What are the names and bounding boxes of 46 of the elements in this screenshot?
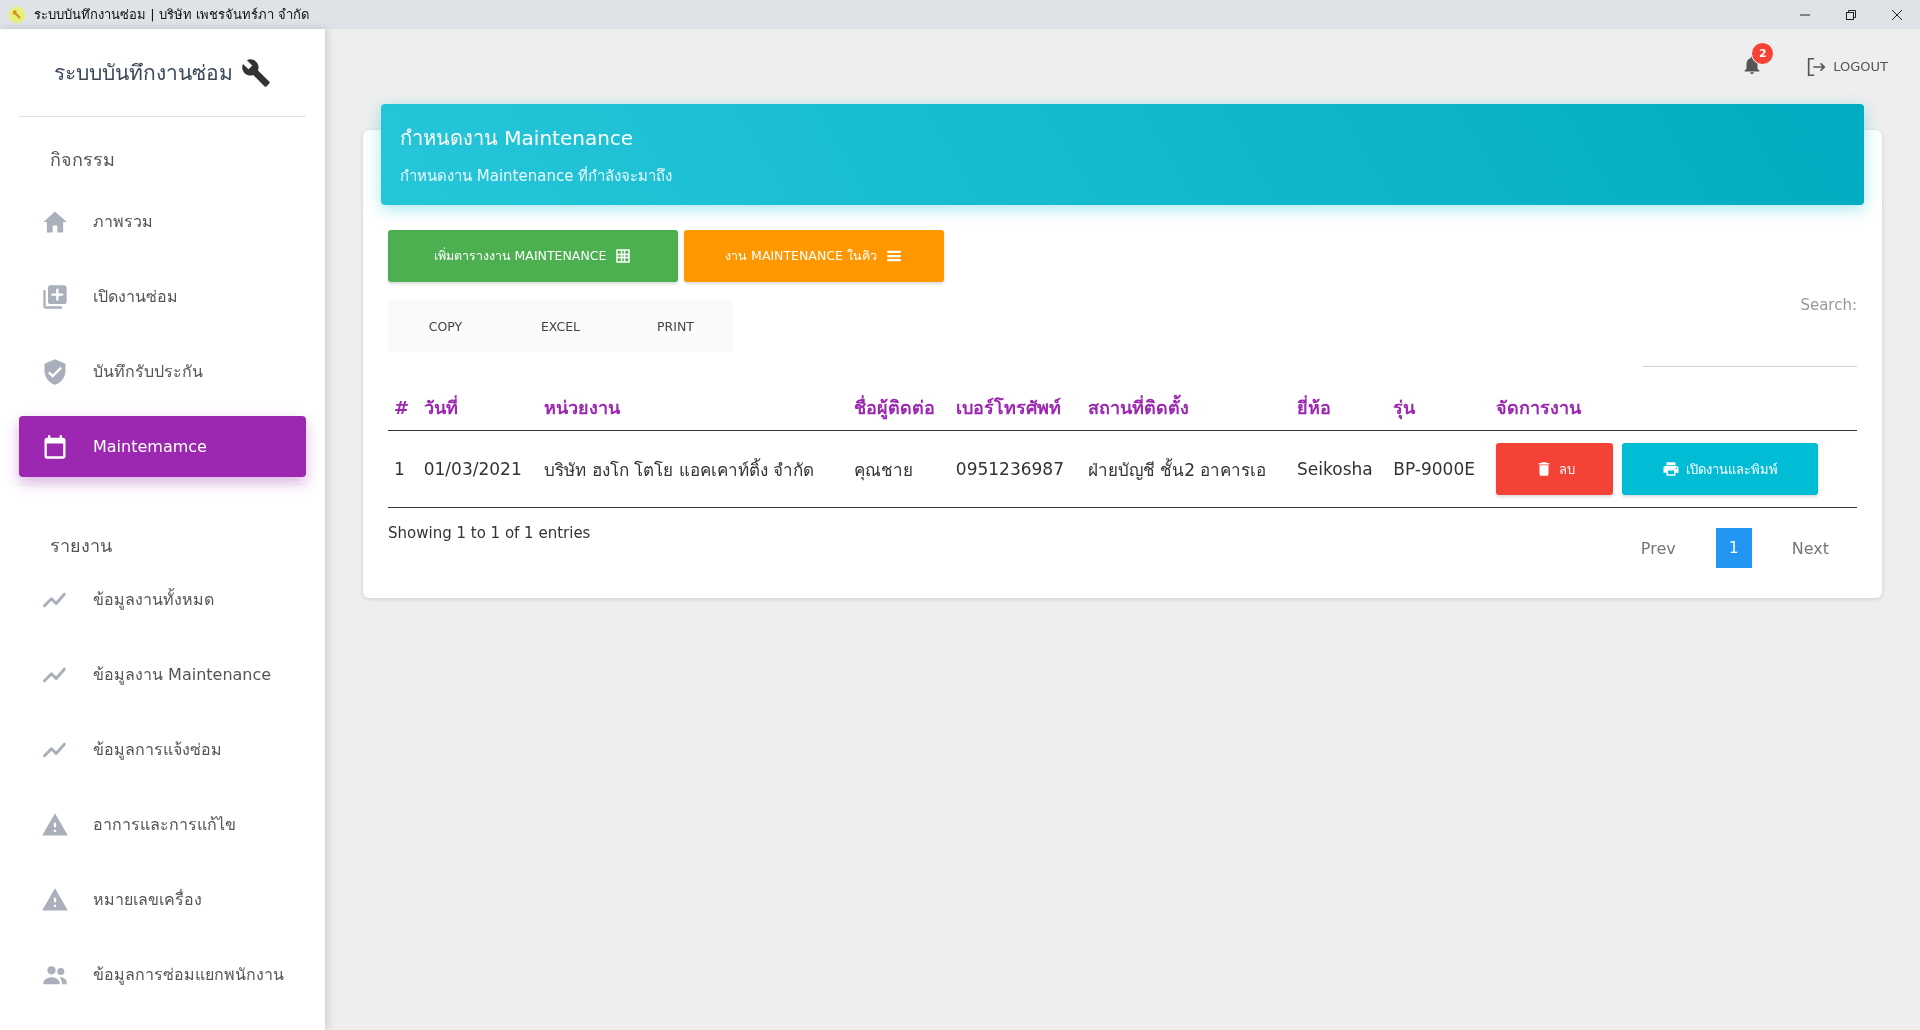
table-cell: Seikosha bbox=[1291, 430, 1388, 508]
sidebar-item[interactable]: ข้อมูลการซ่อมแยกพนักงาน bbox=[19, 944, 306, 1005]
section-heading: กิจกรรม bbox=[49, 148, 116, 172]
window-title: ระบบบันทึกงานซ่อม | บริษัท เพชรจันทร์ภา จำกัด bbox=[34, 6, 310, 24]
column-header: จัดการงาน bbox=[1490, 387, 1857, 431]
delete-button[interactable]: ลบ bbox=[1496, 443, 1614, 495]
table-cell: คุณชาย bbox=[847, 430, 950, 508]
column-header: # bbox=[388, 387, 418, 431]
column-header: สถานที่ติดตั้ง bbox=[1081, 387, 1292, 431]
sidebar-item[interactable]: ภาพรวม bbox=[19, 191, 306, 252]
sidebar-item[interactable]: หมายเลขเครื่อง bbox=[19, 869, 306, 930]
table-cell: ฝ่ายบัญชี ชั้น2 อาคารเอ bbox=[1081, 430, 1292, 508]
prev-button[interactable]: Prev bbox=[1620, 530, 1696, 566]
search-label: Search: bbox=[1800, 296, 1857, 314]
table-cell: 01/03/2021 bbox=[417, 430, 539, 508]
sidebar-item[interactable]: เปิดงานซ่อม bbox=[19, 266, 306, 327]
notification-badge: 2 bbox=[1751, 41, 1775, 65]
card-title: กำหนดงาน Maintenance bbox=[400, 124, 635, 152]
logout-button[interactable]: LOGOUT bbox=[1805, 55, 1888, 78]
table-cell: บริษัท ฮงโก โตโย แอคเคาท์ติ้ง จำกัด bbox=[538, 430, 848, 508]
sidebar-item[interactable]: อาการและการแก้ไข bbox=[19, 794, 306, 855]
column-header: ยี่ห้อ bbox=[1291, 387, 1388, 431]
column-header: วันที่ bbox=[417, 387, 539, 431]
wrench-icon bbox=[241, 57, 271, 88]
sidebar-item[interactable]: ข้อมูลงาน Maintenance bbox=[19, 644, 306, 705]
column-header: รุ่น bbox=[1387, 387, 1491, 431]
sidebar-item[interactable]: ข้อมูลการแจ้งซ่อม bbox=[19, 719, 306, 780]
printer-icon bbox=[1662, 460, 1681, 478]
column-header: ชื่อผู้ติดต่อ bbox=[847, 387, 950, 431]
column-header: เบอร์โทรศัพท์ bbox=[949, 387, 1082, 431]
logout-icon bbox=[1805, 55, 1828, 78]
entries-info: Showing 1 to 1 of 1 entries bbox=[388, 524, 591, 542]
sidebar-item[interactable]: บันทึกรับประกัน bbox=[19, 341, 306, 402]
wrench-icon bbox=[8, 5, 26, 24]
table-cell: BP-9000E bbox=[1387, 430, 1491, 508]
table-cell: 0951236987 bbox=[949, 430, 1082, 508]
next-button[interactable]: Next bbox=[1771, 530, 1849, 566]
sidebar-item[interactable]: Maintemamce bbox=[19, 416, 306, 477]
table-cell: 1 bbox=[388, 430, 418, 508]
add-icon bbox=[41, 282, 69, 311]
card-subtitle: กำหนดงาน Maintenance ที่กำลังจะมาถึง bbox=[400, 165, 674, 187]
column-header: หน่วยงาน bbox=[538, 387, 848, 431]
section-heading: รายงาน bbox=[49, 534, 113, 558]
grid-icon bbox=[614, 247, 633, 265]
sidebar-item[interactable]: ข้อมูลงานทั้งหมด bbox=[19, 569, 306, 630]
brand-title: ระบบบันทึกงานซ่อม bbox=[54, 60, 233, 87]
